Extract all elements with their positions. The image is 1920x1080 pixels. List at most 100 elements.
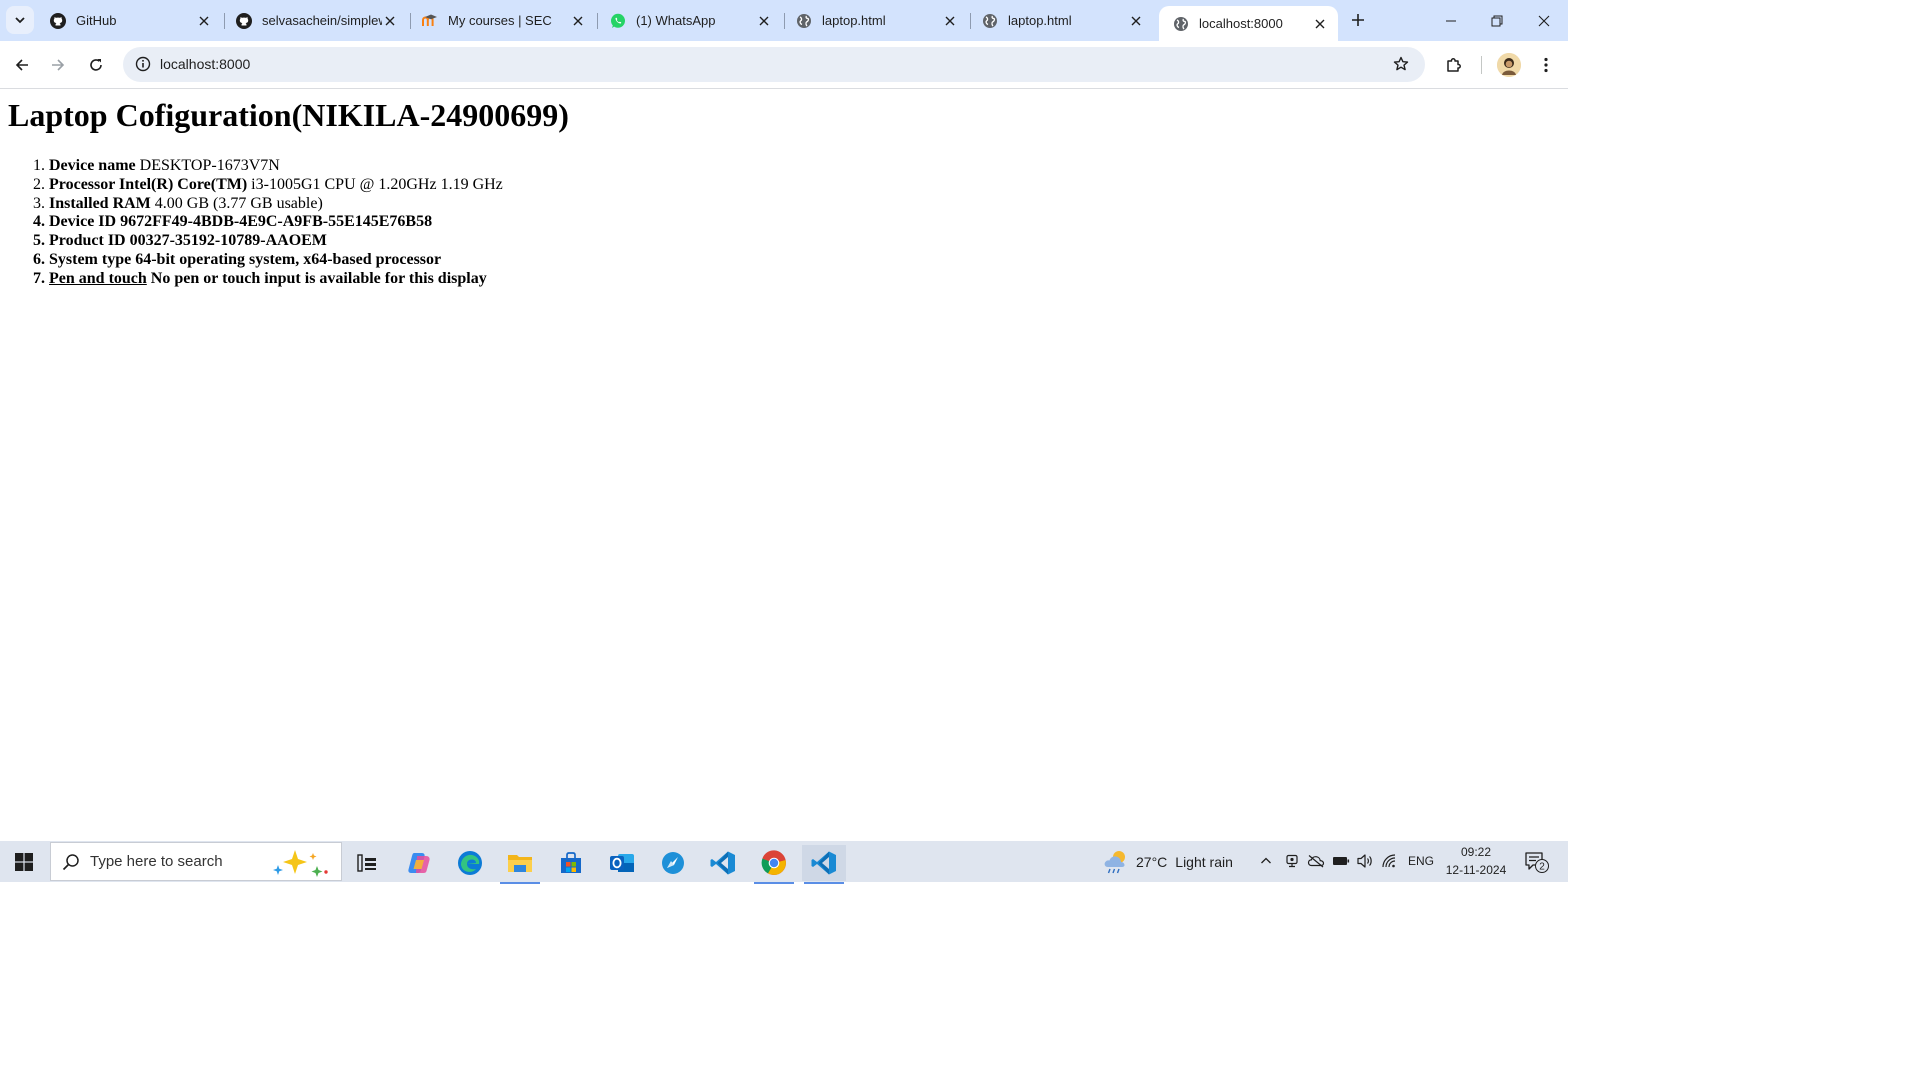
- network-tray-icon[interactable]: [1380, 851, 1400, 871]
- edge-icon: [458, 851, 482, 875]
- info-icon[interactable]: [131, 52, 155, 76]
- vscode-button[interactable]: [701, 845, 745, 881]
- list-item: Installed RAM 4.00 GB (3.77 GB usable): [49, 195, 503, 214]
- clock[interactable]: 09:22 12-11-2024: [1440, 843, 1512, 879]
- task-view-icon: [357, 854, 376, 872]
- back-button[interactable]: [8, 51, 36, 79]
- close-icon: [1538, 15, 1550, 26]
- battery-tray-icon[interactable]: [1331, 851, 1351, 871]
- show-hidden-icons-button[interactable]: [1256, 851, 1276, 871]
- tab-strip: GitHub selvasachein/simplew My courses |…: [0, 0, 1568, 41]
- toolbar-divider: [1481, 56, 1482, 74]
- extensions-button[interactable]: [1440, 51, 1468, 79]
- edge-button[interactable]: [448, 845, 492, 881]
- new-tab-button[interactable]: [1346, 8, 1370, 32]
- minimize-button[interactable]: [1428, 0, 1474, 41]
- list-item: Pen and touch No pen or touch input is a…: [49, 270, 503, 289]
- item-value: 64-bit operating system, x64-based proce…: [135, 250, 442, 268]
- plus-icon: [1352, 14, 1364, 26]
- reload-icon: [90, 59, 102, 71]
- arrow-left-icon: [15, 59, 28, 71]
- vscode-icon: [710, 851, 735, 875]
- input-language[interactable]: ENG: [1408, 841, 1434, 882]
- close-icon[interactable]: [196, 13, 212, 29]
- store-button[interactable]: [549, 845, 593, 881]
- windows-logo-icon: [15, 852, 33, 871]
- tab-localhost-active[interactable]: localhost:8000: [1159, 6, 1338, 41]
- kebab-menu-icon: [1544, 57, 1548, 73]
- tab-laptop-html-2[interactable]: laptop.html: [968, 0, 1154, 41]
- item-value: 9672FF49-4BDB-4E9C-A9FB-55E145E76B58: [120, 213, 433, 231]
- forward-button[interactable]: [44, 51, 72, 79]
- item-value: 4.00 GB (3.77 GB usable): [154, 194, 323, 212]
- item-label: Device name: [49, 157, 136, 174]
- list-item: Product ID 00327-35192-10789-AAOEM: [49, 232, 503, 251]
- battery-icon: [1333, 857, 1350, 865]
- vscode-running-button[interactable]: [802, 845, 846, 884]
- sparkle-icon: [273, 850, 328, 877]
- close-icon[interactable]: [942, 13, 958, 29]
- pen-and-touch-link[interactable]: Pen and touch: [49, 270, 147, 287]
- bookmark-star-icon[interactable]: [1389, 52, 1413, 76]
- app-button[interactable]: [651, 845, 695, 881]
- globe-icon: [982, 13, 998, 29]
- folder-icon: [508, 855, 532, 872]
- copilot-button[interactable]: [397, 845, 441, 881]
- config-list: Device name DESKTOP-1673V7N Processor In…: [9, 157, 503, 289]
- page-title: Laptop Cofiguration(NIKILA-24900699): [8, 97, 569, 133]
- task-view-button[interactable]: [345, 845, 389, 881]
- close-icon[interactable]: [382, 13, 398, 29]
- address-url[interactable]: localhost:8000: [160, 47, 250, 82]
- github-icon: [50, 12, 66, 29]
- onedrive-tray-icon[interactable]: [1306, 851, 1326, 871]
- restore-button[interactable]: [1474, 0, 1520, 41]
- address-bar[interactable]: localhost:8000: [123, 47, 1425, 82]
- tab-title: GitHub: [76, 13, 117, 28]
- weather-widget[interactable]: 27°C Light rain: [1102, 841, 1233, 882]
- chevron-up-icon: [1261, 857, 1271, 864]
- outlook-button[interactable]: [600, 845, 644, 881]
- chrome-button[interactable]: [752, 845, 796, 884]
- notification-icon: 2: [1525, 852, 1549, 873]
- list-item: System type 64-bit operating system, x64…: [49, 251, 503, 270]
- volume-tray-icon[interactable]: [1355, 851, 1375, 871]
- reload-button[interactable]: [82, 51, 110, 79]
- start-button[interactable]: [0, 841, 48, 882]
- notification-center-button[interactable]: 2: [1524, 850, 1550, 874]
- speaker-icon: [1357, 854, 1372, 868]
- search-placeholder[interactable]: Type here to search: [90, 843, 223, 880]
- puzzle-icon: [1447, 58, 1461, 72]
- list-item: Processor Intel(R) Core(TM) i3-1005G1 CP…: [49, 176, 503, 195]
- tab-laptop-html[interactable]: laptop.html: [782, 0, 968, 41]
- close-icon[interactable]: [1312, 16, 1328, 32]
- tab-search-button[interactable]: [6, 6, 34, 34]
- compass-icon: [662, 852, 684, 874]
- close-icon[interactable]: [1128, 13, 1144, 29]
- store-icon: [561, 852, 581, 873]
- tab-github[interactable]: GitHub: [36, 0, 222, 41]
- profile-avatar[interactable]: [1497, 53, 1521, 77]
- list-item: Device ID 9672FF49-4BDB-4E9C-A9FB-55E145…: [49, 213, 503, 232]
- menu-button[interactable]: [1532, 51, 1560, 79]
- outlook-icon: [610, 854, 634, 872]
- item-value: 00327-35192-10789-AAOEM: [129, 232, 327, 250]
- running-indicator: [500, 882, 540, 884]
- arrow-right-icon: [52, 59, 65, 71]
- tab-selvasachein[interactable]: selvasachein/simplew: [222, 0, 408, 41]
- close-window-button[interactable]: [1521, 0, 1567, 41]
- item-value: i3-1005G1 CPU @ 1.20GHz 1.19 GHz: [251, 175, 503, 193]
- tab-my-courses[interactable]: My courses | SEC: [408, 0, 596, 41]
- tab-whatsapp[interactable]: (1) WhatsApp: [596, 0, 782, 41]
- taskbar-search-box[interactable]: Type here to search: [50, 842, 342, 881]
- meet-now-tray-icon[interactable]: [1282, 851, 1302, 871]
- item-label: Processor Intel(R) Core(TM): [49, 175, 248, 193]
- file-explorer-button[interactable]: [498, 845, 542, 884]
- restore-icon: [1491, 15, 1503, 26]
- close-icon[interactable]: [570, 13, 586, 29]
- webcam-icon: [1286, 854, 1298, 868]
- item-label: Product ID: [49, 232, 126, 250]
- clock-time: 09:22: [1460, 845, 1492, 859]
- item-label: System type: [49, 250, 132, 268]
- close-icon[interactable]: [756, 13, 772, 29]
- list-item: Device name DESKTOP-1673V7N: [49, 157, 503, 176]
